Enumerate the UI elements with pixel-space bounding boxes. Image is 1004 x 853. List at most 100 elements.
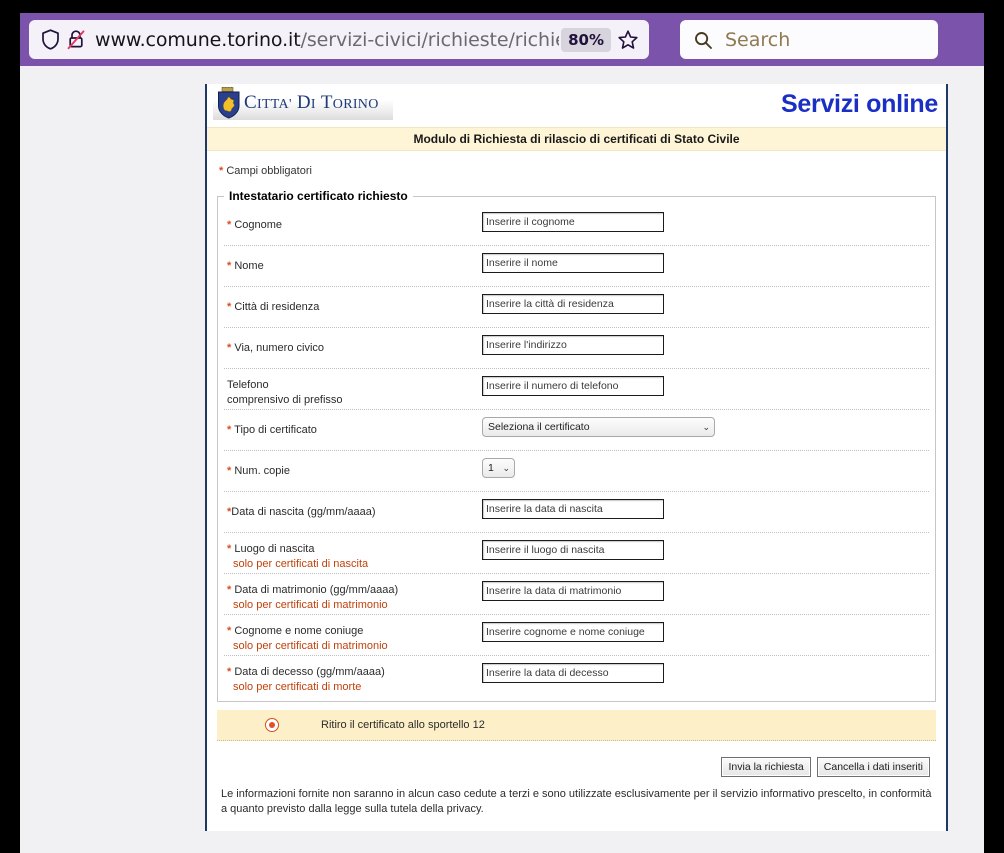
form-row: * Nome — [224, 246, 929, 287]
form-row: * Data di decesso (gg/mm/aaaa) solo per c… — [224, 656, 929, 697]
zoom-level-badge[interactable]: 80% — [561, 27, 611, 52]
ritiro-label: Ritiro il certificato allo sportello 12 — [321, 719, 485, 731]
required-asterisk: * — [227, 219, 232, 231]
fieldset-legend: Intestatario certificato richiesto — [229, 189, 408, 203]
url-text[interactable]: www.comune.torino.it/servizi-civici/rich… — [95, 29, 559, 51]
field-wrap-luogo-nascita — [482, 538, 929, 560]
field-wrap-num-copie: 1 ⌄ — [482, 456, 929, 478]
input-luogo-nascita[interactable] — [482, 540, 664, 560]
field-wrap-tipo-certificato: Seleziona il certificato ⌄ — [482, 415, 929, 437]
select-tipo-certificato[interactable]: Seleziona il certificato ⌄ — [482, 417, 715, 437]
site-header: CITTA' DI TORINO Servizi online — [207, 84, 946, 127]
required-asterisk: * — [227, 465, 232, 477]
label-via-numero-civico: * Via, numero civico — [227, 342, 325, 354]
site-logo-text: CITTA' DI TORINO — [244, 92, 379, 113]
field-wrap-telefono — [482, 374, 929, 396]
input-data-nascita[interactable] — [482, 499, 664, 519]
input-cognome[interactable] — [482, 212, 664, 232]
input-telefono[interactable] — [482, 376, 664, 396]
field-wrap-cognome-nome-coniuge — [482, 620, 929, 642]
ritiro-option-row[interactable]: Ritiro il certificato allo sportello 12 — [217, 710, 936, 741]
label-data-decesso: * Data di decesso (gg/mm/aaaa) solo per c… — [224, 661, 482, 695]
form-banner-title: Modulo di Richiesta di rilascio di certi… — [413, 132, 740, 146]
field-wrap-nome — [482, 251, 929, 273]
required-asterisk: * — [227, 424, 232, 436]
required-asterisk: * — [227, 260, 232, 272]
required-asterisk: * — [227, 506, 232, 518]
form-row: * Cognome — [224, 205, 929, 246]
label-telefono: Telefono comprensivo di prefisso — [224, 374, 482, 408]
reset-button[interactable]: Cancella i dati inseriti — [816, 757, 930, 777]
label-data-nascita: *Data di nascita (gg/mm/aaaa) — [227, 506, 376, 518]
star-icon[interactable] — [615, 27, 641, 53]
label-luogo-nascita: * Luogo di nascita solo per certificati d… — [224, 538, 482, 572]
label-nome: * Nome — [227, 260, 264, 272]
required-asterisk: * — [227, 301, 232, 313]
form-row: * Città di residenza — [224, 287, 929, 328]
input-nome[interactable] — [482, 253, 664, 273]
sublabel-cognome-nome-coniuge: solo per certificati di matrimonio — [233, 640, 388, 652]
form-row: * Luogo di nascita solo per certificati d… — [224, 533, 929, 574]
field-wrap-cognome — [482, 210, 929, 232]
browser-toolbar: www.comune.torino.it/servizi-civici/rich… — [20, 13, 984, 66]
screenshot-frame: www.comune.torino.it/servizi-civici/rich… — [0, 0, 1004, 853]
required-asterisk: * — [227, 543, 232, 555]
input-via-numero-civico[interactable] — [482, 335, 664, 355]
submit-button[interactable]: Invia la richiesta — [721, 757, 811, 777]
shield-icon[interactable] — [37, 27, 63, 53]
torino-crest-icon — [218, 87, 240, 119]
form-row: Telefono comprensivo di prefisso — [224, 369, 929, 410]
sublabel-data-decesso: solo per certificati di morte — [233, 681, 362, 693]
form-actions: Invia la richiesta Cancella i dati inser… — [217, 757, 930, 777]
form-row: *Data di nascita (gg/mm/aaaa) — [224, 492, 929, 533]
select-value-num-copie: 1 — [488, 462, 494, 474]
label-data-matrimonio: * Data di matrimonio (gg/mm/aaaa) solo pe… — [224, 579, 482, 613]
site-page: CITTA' DI TORINO Servizi online Modulo d… — [205, 84, 948, 831]
label-citta-residenza: * Città di residenza — [227, 301, 320, 313]
browser-window: www.comune.torino.it/servizi-civici/rich… — [20, 13, 984, 853]
address-bar[interactable]: www.comune.torino.it/servizi-civici/rich… — [29, 20, 649, 59]
sublabel-data-matrimonio: solo per certificati di matrimonio — [233, 599, 388, 611]
required-asterisk: * — [227, 666, 232, 678]
input-citta-residenza[interactable] — [482, 294, 664, 314]
select-num-copie[interactable]: 1 ⌄ — [482, 458, 515, 478]
required-fields-note: * Campi obbligatori — [219, 165, 936, 177]
sublabel-telefono: comprensivo di prefisso — [227, 394, 343, 406]
privacy-notice: Le informazioni fornite non saranno in a… — [221, 788, 932, 815]
form-row: * Data di matrimonio (gg/mm/aaaa) solo pe… — [224, 574, 929, 615]
search-bar[interactable]: Search — [680, 20, 938, 59]
required-asterisk: * — [227, 625, 232, 637]
form-row: * Tipo di certificato Seleziona il certif… — [224, 410, 929, 451]
ritiro-radio[interactable] — [265, 718, 279, 732]
sublabel-luogo-nascita: solo per certificati di nascita — [233, 558, 369, 570]
field-wrap-citta-residenza — [482, 292, 929, 314]
input-data-matrimonio[interactable] — [482, 581, 664, 601]
site-logo[interactable]: CITTA' DI TORINO — [213, 86, 393, 120]
servizi-online-title: Servizi online — [781, 90, 938, 118]
input-cognome-nome-coniuge[interactable] — [482, 622, 664, 642]
field-wrap-data-nascita — [482, 497, 929, 519]
search-placeholder-text: Search — [725, 28, 791, 51]
search-icon — [690, 27, 716, 53]
fieldset-intestatario: Intestatario certificato richiesto * Cog… — [217, 189, 936, 702]
required-asterisk: * — [227, 584, 232, 596]
request-form: * Campi obbligatori Intestatario certifi… — [207, 151, 946, 831]
field-wrap-data-matrimonio — [482, 579, 929, 601]
required-note-text: Campi obbligatori — [226, 165, 312, 177]
input-data-decesso[interactable] — [482, 663, 664, 683]
select-value-tipo-certificato: Seleziona il certificato — [488, 421, 590, 433]
form-row: * Num. copie 1 ⌄ — [224, 451, 929, 492]
lock-crossed-icon[interactable] — [63, 27, 89, 53]
page-viewport: CITTA' DI TORINO Servizi online Modulo d… — [20, 66, 984, 853]
form-banner: Modulo di Richiesta di rilascio di certi… — [207, 127, 946, 151]
form-row: * Cognome e nome coniuge solo per certifi… — [224, 615, 929, 656]
label-num-copie: * Num. copie — [227, 465, 290, 477]
field-wrap-via-numero-civico — [482, 333, 929, 355]
chevron-down-icon: ⌄ — [502, 462, 510, 473]
form-row: * Via, numero civico — [224, 328, 929, 369]
field-wrap-data-decesso — [482, 661, 929, 683]
required-asterisk: * — [219, 165, 224, 177]
label-cognome: * Cognome — [227, 219, 283, 231]
label-cognome-nome-coniuge: * Cognome e nome coniuge solo per certifi… — [224, 620, 482, 654]
form-rows: * Cognome * Nome * Città di residenza * Via… — [224, 205, 929, 697]
